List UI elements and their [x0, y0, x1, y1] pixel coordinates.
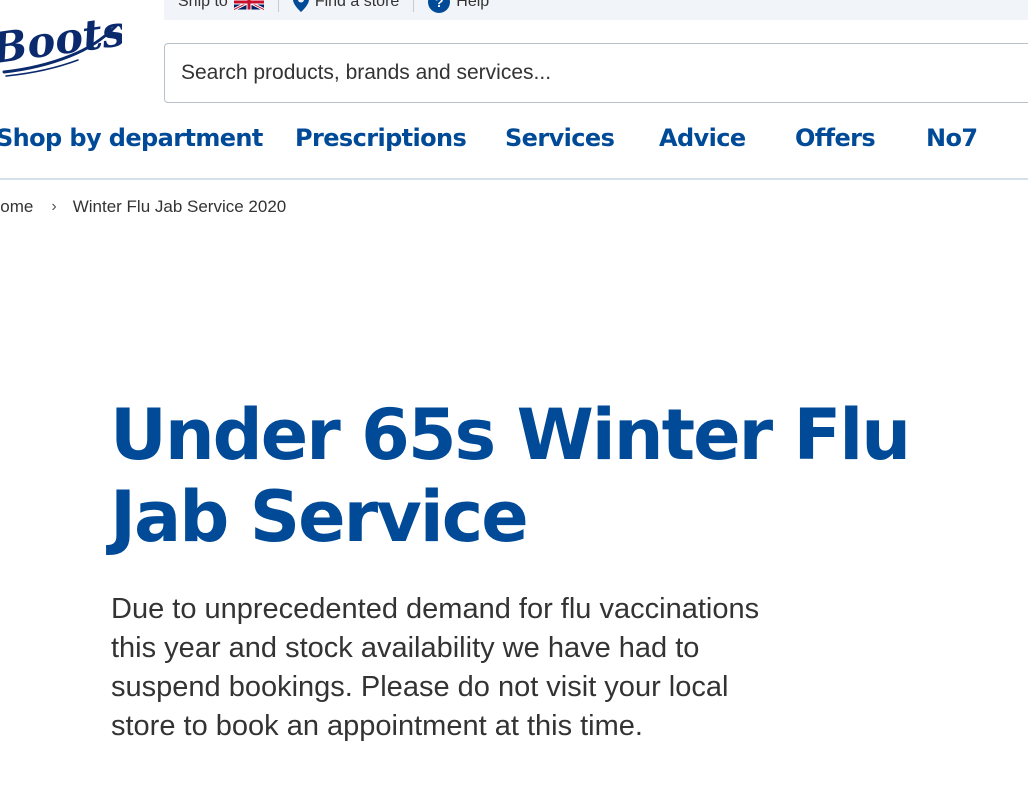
main-nav: Shop by department Prescriptions Service… [0, 118, 1028, 180]
utility-links: Ship to Find a store ? Help [178, 0, 489, 14]
utility-divider [413, 0, 415, 12]
nav-prescriptions[interactable]: Prescriptions [295, 124, 467, 152]
help-label: Help [456, 0, 490, 10]
ship-to-link[interactable]: Ship to [178, 0, 264, 11]
boots-logo-icon: Boots [0, 6, 129, 77]
page: Boots Ship to Find a store ? Help Search… [0, 0, 1028, 800]
breadcrumb-home-link[interactable]: Home [0, 197, 33, 217]
utility-divider [277, 0, 279, 12]
nav-offers[interactable]: Offers [795, 124, 876, 152]
boots-logo[interactable]: Boots [0, 6, 129, 80]
intro-text: Due to unprecedented demand for flu vacc… [111, 593, 760, 742]
find-a-store-link[interactable]: Find a store [292, 0, 400, 12]
chevron-right-icon: › [51, 198, 57, 215]
search-input[interactable] [165, 44, 1028, 102]
help-icon: ? [428, 0, 451, 13]
breadcrumb-current: Winter Flu Jab Service 2020 [72, 197, 287, 216]
help-link[interactable]: ? Help [428, 0, 489, 13]
nav-advice[interactable]: Advice [659, 124, 746, 152]
uk-flag-icon [233, 0, 264, 10]
nav-services[interactable]: Services [505, 124, 615, 152]
nav-no7[interactable]: No7 [926, 124, 978, 152]
nav-shop-by-department[interactable]: Shop by department [0, 124, 263, 152]
boots-logo-wordmark: Boots [0, 6, 122, 73]
page-title: Under 65s Winter Flu Jab Service [110, 394, 911, 558]
utility-bar: Ship to Find a store ? Help [164, 0, 1028, 20]
search-box [164, 43, 1028, 103]
breadcrumb: Home › Winter Flu Jab Service 2020 [0, 197, 286, 217]
location-pin-icon [292, 0, 309, 12]
find-a-store-label: Find a store [314, 0, 400, 10]
ship-to-label: Ship to [178, 0, 228, 10]
